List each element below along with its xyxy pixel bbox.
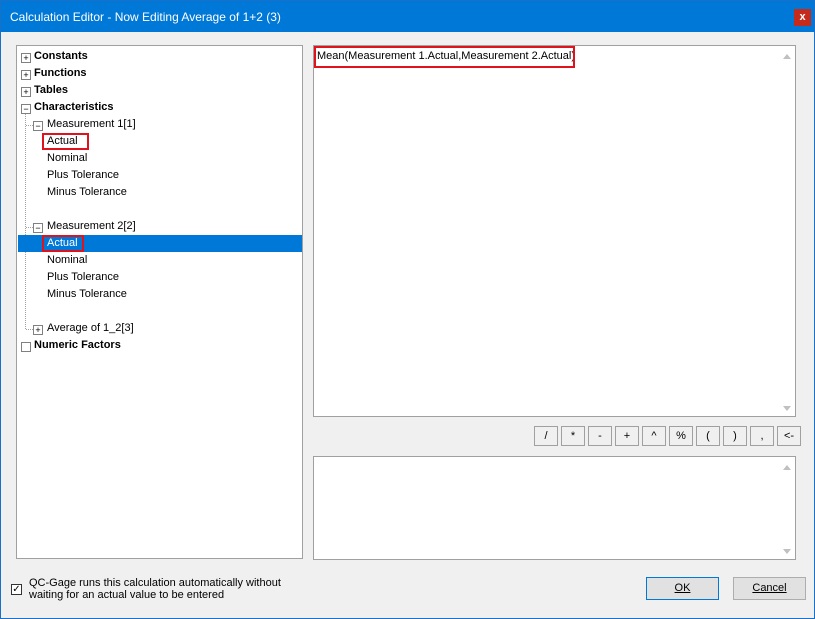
operator-minus-button[interactable]: - (588, 426, 612, 446)
item-tree[interactable]: + Constants + Functions + Tables − Chara… (16, 45, 303, 559)
expand-average-icon[interactable]: + (33, 325, 43, 335)
tree-item-functions[interactable]: Functions (34, 65, 87, 82)
operator-plus-button[interactable]: + (615, 426, 639, 446)
auto-calc-label: QC-Gage runs this calculation automatica… (29, 577, 281, 601)
tree-item-average[interactable]: Average of 1_2[3] (47, 320, 134, 337)
numeric-factors-box-icon[interactable] (21, 342, 31, 352)
scroll-up-icon[interactable] (783, 465, 791, 470)
tree-item-measurement-2[interactable]: Measurement 2[2] (47, 218, 136, 235)
cancel-button[interactable]: Cancel (733, 577, 806, 600)
auto-calc-checkbox[interactable]: ✓ (11, 584, 22, 595)
collapse-measurement1-icon[interactable]: − (33, 121, 43, 131)
tree-item-m1-plus-tolerance[interactable]: Plus Tolerance (47, 167, 119, 184)
close-button[interactable]: x (794, 9, 811, 26)
tree-item-m1-nominal[interactable]: Nominal (47, 150, 87, 167)
highlight-m2-actual (42, 235, 84, 252)
tree-item-m2-plus-tolerance[interactable]: Plus Tolerance (47, 269, 119, 286)
cancel-button-label: Cancel (752, 582, 787, 594)
operator-comma-button[interactable]: , (750, 426, 774, 446)
title-bar[interactable]: Calculation Editor - Now Editing Average… (1, 1, 814, 32)
operator-percent-button[interactable]: % (669, 426, 693, 446)
collapse-measurement2-icon[interactable]: − (33, 223, 43, 233)
operator-open-paren-button[interactable]: ( (696, 426, 720, 446)
operator-divide-button[interactable]: / (534, 426, 558, 446)
operator-close-paren-button[interactable]: ) (723, 426, 747, 446)
ok-button-label: OK (674, 582, 691, 594)
highlight-m1-actual (42, 133, 89, 150)
window-title: Calculation Editor - Now Editing Average… (10, 10, 281, 24)
calculation-editor-window: Calculation Editor - Now Editing Average… (0, 0, 815, 619)
scroll-up-icon[interactable] (783, 54, 791, 59)
tree-item-tables[interactable]: Tables (34, 82, 68, 99)
tree-item-characteristics[interactable]: Characteristics (34, 99, 114, 116)
formula-editor[interactable]: Mean(Measurement 1.Actual,Measurement 2.… (313, 45, 796, 417)
scroll-down-icon[interactable] (783, 549, 791, 554)
expand-tables-icon[interactable]: + (21, 87, 31, 97)
ok-button[interactable]: OK (646, 577, 719, 600)
tree-item-numeric-factors[interactable]: Numeric Factors (34, 337, 121, 354)
tree-item-m1-minus-tolerance[interactable]: Minus Tolerance (47, 184, 127, 201)
tree-item-m2-minus-tolerance[interactable]: Minus Tolerance (47, 286, 127, 303)
tree-connector (26, 125, 33, 126)
expand-constants-icon[interactable]: + (21, 53, 31, 63)
expand-functions-icon[interactable]: + (21, 70, 31, 80)
highlight-formula (314, 46, 575, 68)
tree-connector (26, 227, 33, 228)
tree-item-measurement-1[interactable]: Measurement 1[1] (47, 116, 136, 133)
operator-backspace-button[interactable]: <- (777, 426, 801, 446)
operator-power-button[interactable]: ^ (642, 426, 666, 446)
operator-multiply-button[interactable]: * (561, 426, 585, 446)
tree-connector (26, 329, 33, 330)
collapse-characteristics-icon[interactable]: − (21, 104, 31, 114)
tree-item-m2-nominal[interactable]: Nominal (47, 252, 87, 269)
scroll-down-icon[interactable] (783, 406, 791, 411)
description-box[interactable] (313, 456, 796, 560)
tree-item-constants[interactable]: Constants (34, 48, 88, 65)
operator-toolbar: / * - + ^ % ( ) , <- (534, 426, 801, 447)
tree-connector (25, 114, 26, 329)
